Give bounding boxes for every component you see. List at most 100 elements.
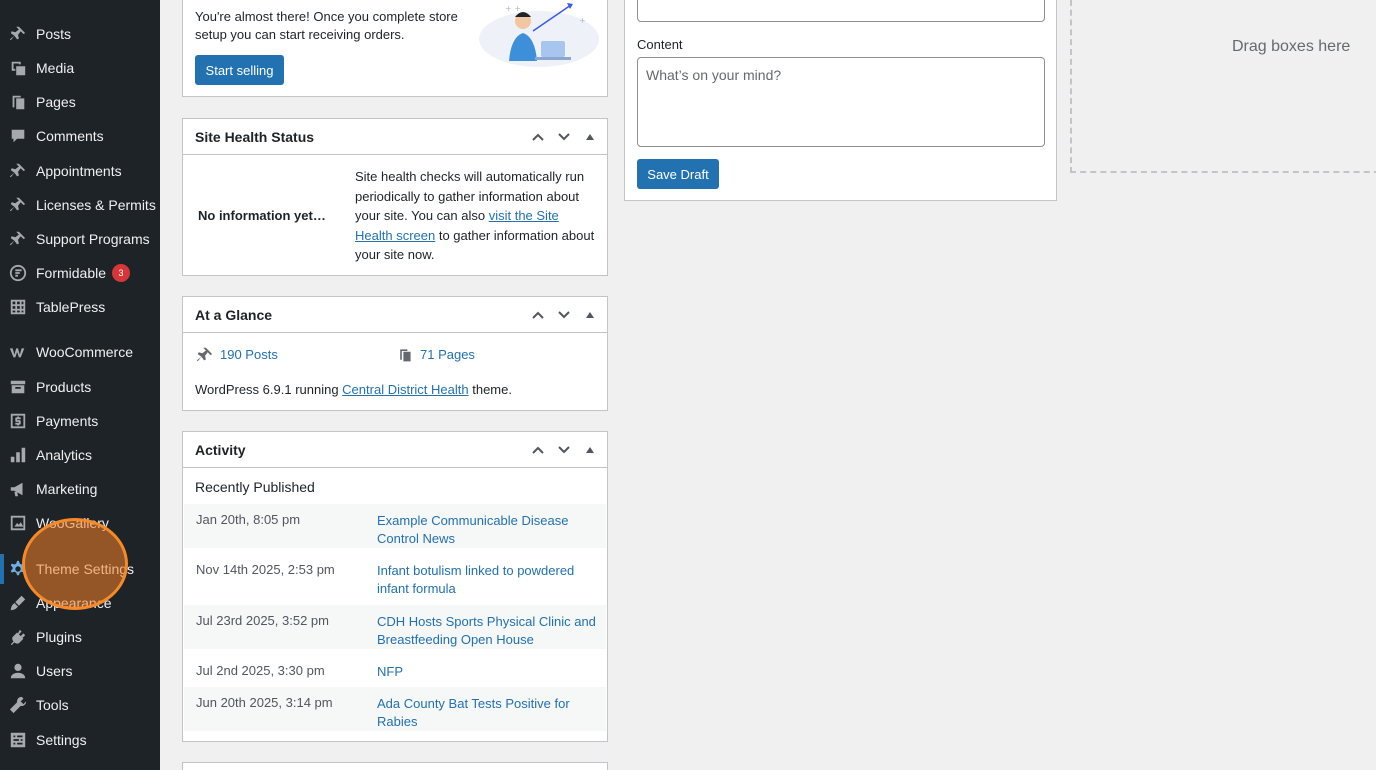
sidebar-item-appearance[interactable]: Appearance xyxy=(0,588,160,618)
comments-icon xyxy=(8,126,28,146)
theme-link[interactable]: Central District Health xyxy=(342,382,468,397)
plugin-icon xyxy=(8,627,28,647)
woo-icon xyxy=(8,342,28,362)
sidebar-item-woocommerce[interactable]: WooCommerce xyxy=(0,337,160,367)
pages-icon xyxy=(400,349,411,362)
recently-published-heading: Recently Published xyxy=(195,479,315,495)
setup-illustration-icon: + + + xyxy=(479,3,599,67)
sidebar-item-label: Products xyxy=(36,379,92,395)
sidebar-item-label: Support Programs xyxy=(36,231,150,247)
sidebar-item-licenses-permits[interactable]: Licenses & Permits xyxy=(0,190,160,220)
post-title-link[interactable]: NFP xyxy=(377,663,597,681)
sidebar-item-tablepress[interactable]: TablePress xyxy=(0,292,160,322)
list-item: Jan 20th, 8:05 pm Example Communicable D… xyxy=(184,504,606,548)
draft-title-field[interactable] xyxy=(637,0,1045,22)
wp-version-text: WordPress 6.9.1 running Central District… xyxy=(195,382,512,397)
post-date: Jun 20th 2025, 3:14 pm xyxy=(196,695,333,710)
gear-icon xyxy=(8,559,28,579)
wp-version-label: WordPress 6.9.1 running xyxy=(195,382,343,397)
dollar-icon xyxy=(8,411,28,431)
posts-count-link[interactable]: 190 Posts xyxy=(220,347,278,362)
sidebar-item-tools[interactable]: Tools xyxy=(0,690,160,720)
toggle-panel-icon[interactable] xyxy=(577,124,603,150)
sidebar-item-theme-settings[interactable]: Theme Settings xyxy=(0,554,160,584)
quick-draft-box: Content What’s on your mind? Save Draft xyxy=(624,0,1057,201)
drop-zone-text: Drag boxes here xyxy=(1232,38,1351,55)
post-title-link[interactable]: Infant botulism linked to powdered infan… xyxy=(377,562,597,598)
sidebar-item-users[interactable]: Users xyxy=(0,656,160,686)
pin-icon xyxy=(196,347,213,362)
wp-version-suffix: theme. xyxy=(468,382,512,397)
content-placeholder: What’s on your mind? xyxy=(646,67,782,83)
sidebar-item-label: TablePress xyxy=(36,299,106,315)
move-down-icon[interactable] xyxy=(551,437,577,463)
content-label: Content xyxy=(637,37,683,52)
drop-zone[interactable]: Drag boxes here xyxy=(1070,0,1376,173)
toggle-panel-icon[interactable] xyxy=(577,437,603,463)
svg-text:+: + xyxy=(579,16,586,25)
post-date: Jan 20th, 8:05 pm xyxy=(196,512,301,527)
list-item: Jul 2nd 2025, 3:30 pm NFP xyxy=(184,655,606,687)
sidebar-item-label: Appointments xyxy=(36,163,122,179)
sidebar-item-woogallery[interactable]: WooGallery xyxy=(0,508,160,538)
move-up-icon[interactable] xyxy=(525,302,551,328)
sidebar-item-label: Analytics xyxy=(36,447,93,463)
postbox-header: Site Health Status xyxy=(183,119,607,155)
sidebar-item-label: Licenses & Permits xyxy=(36,197,156,213)
post-title-link[interactable]: CDH Hosts Sports Physical Clinic and Bre… xyxy=(377,613,597,649)
save-draft-button[interactable]: Save Draft xyxy=(637,159,719,189)
post-title-link[interactable]: Ada County Bat Tests Positive for Rabies xyxy=(377,695,597,731)
sidebar-item-label: Media xyxy=(36,60,75,76)
sidebar-item-posts[interactable]: Posts xyxy=(0,19,160,49)
start-selling-button[interactable]: Start selling xyxy=(195,55,284,85)
health-description: Site health checks will automatically ru… xyxy=(355,167,595,265)
list-item: Jul 23rd 2025, 3:52 pm CDH Hosts Sports … xyxy=(184,605,606,649)
sidebar-item-marketing[interactable]: Marketing xyxy=(0,474,160,504)
sidebar-item-comments[interactable]: Comments xyxy=(0,121,160,151)
next-postbox xyxy=(182,762,608,770)
sidebar-item-label: Formidable xyxy=(36,265,107,281)
admin-sidebar: Posts Media Pages Comments Appointments … xyxy=(0,0,160,770)
sidebar-item-analytics[interactable]: Analytics xyxy=(0,440,160,470)
sidebar-item-formidable[interactable]: Formidable 3 xyxy=(0,258,160,288)
megaphone-icon xyxy=(8,479,28,499)
toggle-panel-icon[interactable] xyxy=(577,302,603,328)
sidebar-item-media[interactable]: Media xyxy=(0,53,160,83)
activity-box: Activity Recently Published Jan 20th, 8:… xyxy=(182,431,608,742)
sidebar-item-plugins[interactable]: Plugins xyxy=(0,622,160,652)
table-icon xyxy=(8,297,28,317)
brush-icon xyxy=(8,593,28,613)
sidebar-item-label: WooGallery xyxy=(36,515,109,531)
move-up-icon[interactable] xyxy=(525,124,551,150)
sidebar-item-appointments[interactable]: Appointments xyxy=(0,156,160,186)
postbox-title: Site Health Status xyxy=(195,128,315,145)
sidebar-item-settings[interactable]: Settings xyxy=(0,725,160,755)
pages-count-link[interactable]: 71 Pages xyxy=(420,347,475,362)
sidebar-item-label: Tools xyxy=(36,697,69,713)
archive-icon xyxy=(8,377,28,397)
sidebar-item-support-programs[interactable]: Support Programs xyxy=(0,224,160,254)
user-icon xyxy=(8,661,28,681)
pages-icon xyxy=(8,92,28,112)
bar-chart-icon xyxy=(8,445,28,465)
move-up-icon[interactable] xyxy=(525,437,551,463)
sidebar-item-label: Marketing xyxy=(36,481,98,497)
move-down-icon[interactable] xyxy=(551,124,577,150)
postbox-title: At a Glance xyxy=(195,306,273,323)
draft-content-field[interactable]: What’s on your mind? xyxy=(637,57,1045,147)
sidebar-item-label: Comments xyxy=(36,128,104,144)
postbox-header: At a Glance xyxy=(183,297,607,333)
svg-text:+ +: + + xyxy=(505,4,521,13)
sidebar-item-payments[interactable]: Payments xyxy=(0,406,160,436)
move-down-icon[interactable] xyxy=(551,302,577,328)
pin-icon xyxy=(8,24,28,44)
wrench-icon xyxy=(8,695,28,715)
pin-icon xyxy=(8,195,28,215)
postbox-header: Activity xyxy=(183,432,607,468)
sidebar-item-label: WooCommerce xyxy=(36,344,133,360)
post-title-link[interactable]: Example Communicable Disease Control New… xyxy=(377,512,597,548)
notification-badge: 3 xyxy=(112,264,131,282)
sidebar-item-label: Payments xyxy=(36,413,99,429)
sidebar-item-pages[interactable]: Pages xyxy=(0,87,160,117)
sidebar-item-products[interactable]: Products xyxy=(0,372,160,402)
